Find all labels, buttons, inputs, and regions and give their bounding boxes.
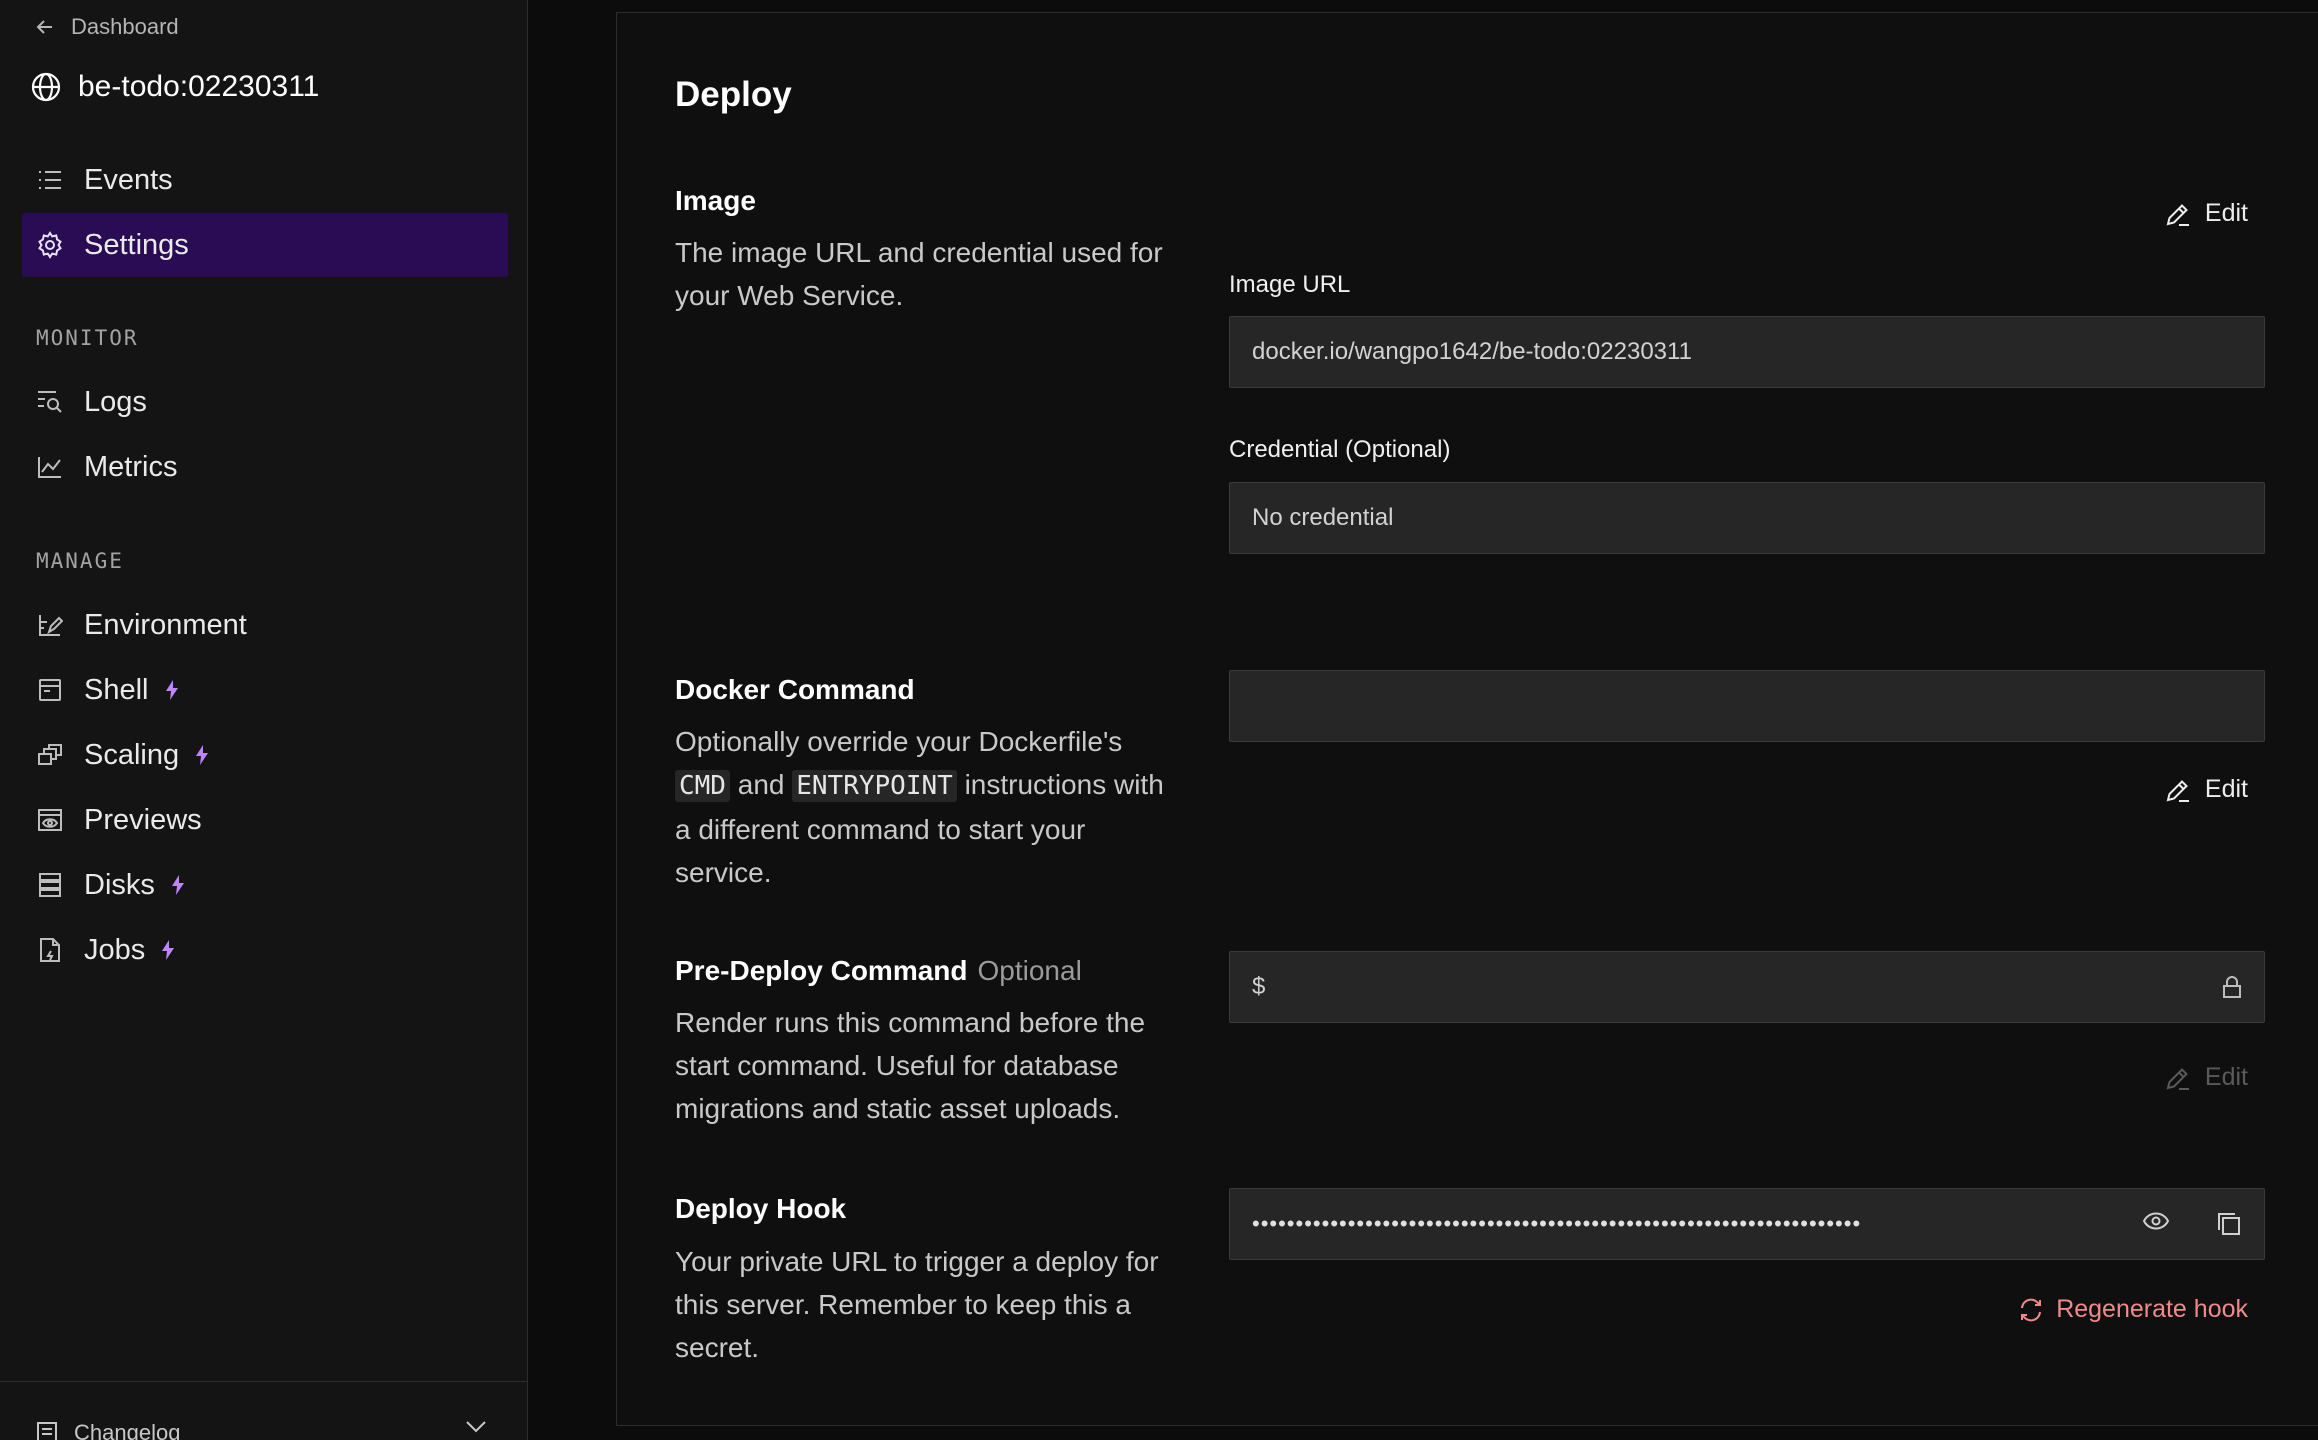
monitor-section-label: MONITOR [36, 326, 139, 350]
sidebar-item-metrics[interactable]: Metrics [22, 435, 508, 499]
sidebar-item-jobs[interactable]: Jobs [22, 918, 508, 982]
pencil-icon [2165, 1065, 2191, 1091]
pre-deploy-title: Pre-Deploy Command Optional [675, 955, 1082, 987]
image-url-field: docker.io/wangpo1642/be-todo:02230311 [1229, 316, 2265, 388]
sidebar-item-label: Environment [84, 608, 247, 641]
gear-icon [36, 231, 64, 259]
chevron-down-icon[interactable] [465, 1420, 487, 1434]
optional-tag: Optional [977, 955, 1082, 986]
credential-label: Credential (Optional) [1229, 436, 1451, 463]
environment-icon [36, 611, 64, 639]
upgrade-bolt-icon [165, 680, 179, 700]
sidebar-item-shell[interactable]: Shell [22, 658, 508, 722]
deploy-hook-description: Your private URL to trigger a deploy for… [675, 1246, 1159, 1363]
image-edit-button[interactable]: Edit [2165, 199, 2248, 228]
credential-value: No credential [1252, 504, 1394, 531]
scaling-icon [36, 741, 64, 769]
edit-label: Edit [2204, 775, 2248, 803]
upgrade-bolt-icon [171, 875, 185, 895]
description-text: and [737, 769, 785, 800]
manage-section-label: MANAGE [36, 549, 124, 573]
pre-deploy-edit-button[interactable]: Edit [2165, 1063, 2248, 1092]
image-section-title: Image [675, 185, 756, 216]
pencil-icon [2165, 201, 2191, 227]
docker-command-description: Optionally override your Dockerfile's CM… [675, 720, 1175, 894]
back-to-dashboard-link[interactable]: Dashboard [35, 14, 179, 40]
image-section-description: The image URL and credential used for yo… [675, 237, 1163, 311]
copy-icon[interactable] [2216, 1211, 2242, 1237]
jobs-icon [36, 936, 64, 964]
sidebar-item-logs[interactable]: Logs [22, 370, 508, 434]
sidebar-item-label: Previews [84, 803, 202, 836]
sidebar-item-label: Disks [84, 868, 155, 901]
list-icon [36, 166, 64, 194]
docker-command-edit-button[interactable]: Edit [2165, 775, 2248, 804]
sidebar-item-disks[interactable]: Disks [22, 853, 508, 917]
deploy-hook-masked-value: ••••••••••••••••••••••••••••••••••••••••… [1252, 1211, 1862, 1236]
sidebar-item-label: Settings [84, 228, 189, 261]
sidebar-item-settings[interactable]: Settings [22, 213, 508, 277]
regenerate-hook-label: Regenerate hook [2056, 1295, 2248, 1323]
regenerate-hook-button[interactable]: Regenerate hook [2018, 1295, 2248, 1324]
edit-label: Edit [2204, 1063, 2248, 1091]
code-cmd: CMD [675, 770, 730, 802]
image-url-label: Image URL [1229, 271, 1351, 298]
upgrade-bolt-icon [195, 745, 209, 765]
sidebar-footer: Changelog [0, 1381, 527, 1440]
description-text: Optionally override your Dockerfile's [675, 726, 1123, 757]
sidebar-item-label: Shell [84, 673, 149, 706]
pre-deploy-description: Render runs this command before the star… [675, 1007, 1146, 1124]
pre-deploy-title-text: Pre-Deploy Command [675, 955, 968, 986]
pre-deploy-field: $ [1229, 951, 2265, 1023]
lock-icon [2222, 975, 2242, 999]
page-title: Deploy [675, 75, 792, 114]
preview-icon [36, 806, 64, 834]
changelog-label: Changelog [74, 1420, 181, 1440]
sidebar-item-label: Scaling [84, 738, 180, 771]
deploy-hook-field: ••••••••••••••••••••••••••••••••••••••••… [1229, 1188, 2265, 1260]
docker-command-title: Docker Command [675, 674, 915, 705]
sidebar-item-label: Metrics [84, 450, 178, 483]
shell-prompt-prefix: $ [1252, 973, 1266, 1000]
sidebar-item-environment[interactable]: Environment [22, 593, 508, 657]
sidebar-item-label: Logs [84, 385, 147, 418]
sidebar-item-label: Jobs [84, 933, 146, 966]
sidebar-item-label: Events [84, 163, 173, 196]
logs-search-icon [36, 388, 64, 416]
sidebar-item-events[interactable]: Events [22, 148, 508, 212]
document-icon [36, 1421, 58, 1440]
sidebar-item-previews[interactable]: Previews [22, 788, 508, 852]
upgrade-bolt-icon [161, 940, 175, 960]
globe-icon [30, 71, 62, 103]
terminal-icon [36, 676, 64, 704]
sidebar-item-scaling[interactable]: Scaling [22, 723, 508, 787]
docker-command-field [1229, 670, 2265, 742]
credential-field: No credential [1229, 482, 2265, 554]
deploy-hook-title: Deploy Hook [675, 1193, 847, 1224]
arrow-left-icon [35, 17, 55, 37]
sidebar: Dashboard be-todo:02230311 Events Settin… [0, 0, 528, 1440]
refresh-icon [2018, 1297, 2044, 1323]
disk-icon [36, 871, 64, 899]
service-name: be-todo:02230311 [78, 70, 320, 103]
changelog-button[interactable]: Changelog [36, 1420, 180, 1440]
code-entrypoint: ENTRYPOINT [792, 770, 957, 802]
deploy-panel: Deploy Image The image URL and credentia… [616, 12, 2318, 1426]
pencil-icon [2165, 777, 2191, 803]
service-title: be-todo:02230311 [30, 70, 319, 104]
line-chart-icon [36, 453, 64, 481]
edit-label: Edit [2204, 199, 2248, 227]
back-link-label: Dashboard [71, 14, 179, 39]
deploy-hook-actions [2142, 1211, 2242, 1237]
image-url-value: docker.io/wangpo1642/be-todo:02230311 [1252, 338, 1692, 365]
eye-icon[interactable] [2142, 1211, 2170, 1237]
